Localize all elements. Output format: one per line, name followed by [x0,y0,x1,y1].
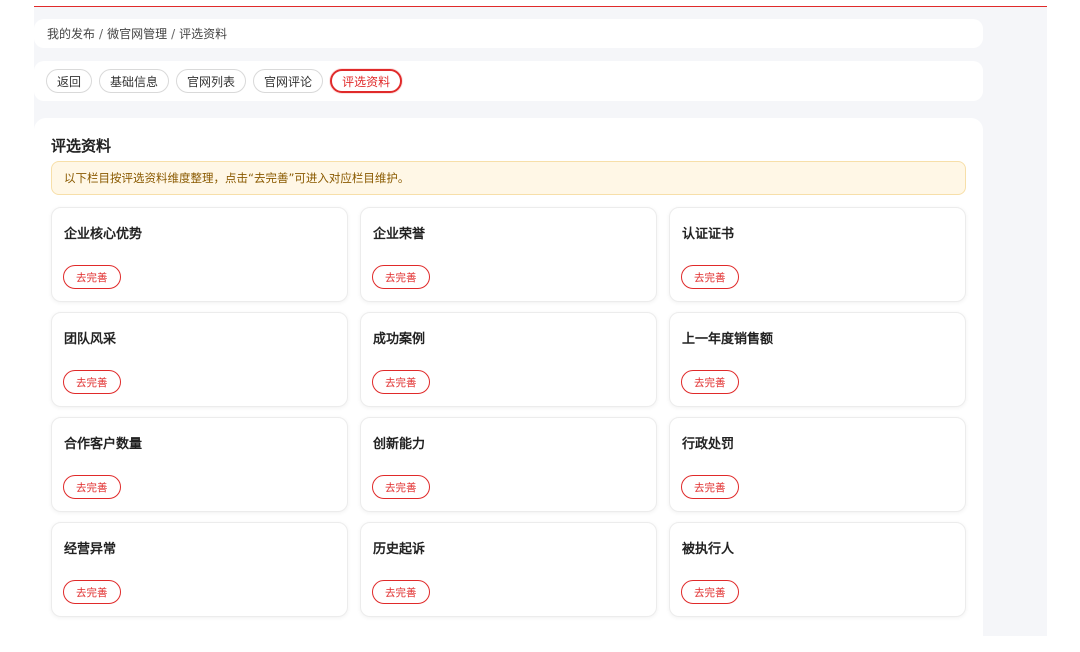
tab-site-comments[interactable]: 官网评论 [253,69,324,93]
complete-button[interactable]: 去完善 [681,265,739,289]
material-card: 经营异常 去完善 [51,522,348,617]
complete-button[interactable]: 去完善 [681,370,739,394]
material-card: 团队风采 去完善 [51,312,348,407]
material-card: 行政处罚 去完善 [669,417,966,512]
material-card: 被执行人 去完善 [669,522,966,617]
breadcrumb-separator: / [171,26,176,41]
material-card-title: 合作客户数量 [64,437,143,452]
material-card-title: 创新能力 [373,437,426,452]
complete-button[interactable]: 去完善 [372,370,430,394]
complete-button[interactable]: 去完善 [372,580,430,604]
material-card: 成功案例 去完善 [360,312,657,407]
complete-button[interactable]: 去完善 [681,475,739,499]
tab-site-list[interactable]: 官网列表 [176,69,247,93]
breadcrumb: 我的发布 / 微官网管理 / 评选资料 [34,19,983,48]
page-title: 评选资料 [51,137,112,155]
complete-button[interactable]: 去完善 [63,475,121,499]
material-card-title: 成功案例 [373,332,426,347]
material-card: 企业荣誉 去完善 [360,207,657,302]
breadcrumb-item-site-manage[interactable]: 微官网管理 [107,25,167,42]
tab-basic-info[interactable]: 基础信息 [99,69,170,93]
back-button[interactable]: 返回 [46,69,93,93]
tab-selection-materials[interactable]: 评选资料 [330,69,403,93]
complete-button[interactable]: 去完善 [372,265,430,289]
breadcrumb-item-my-publish[interactable]: 我的发布 [47,25,95,42]
material-card-title: 认证证书 [682,227,735,242]
material-card-title: 团队风采 [64,332,117,347]
complete-button[interactable]: 去完善 [63,370,121,394]
breadcrumb-item-current: 评选资料 [179,27,228,41]
material-card: 上一年度销售额去完善 [669,312,966,407]
material-card: 认证证书 去完善 [669,207,966,302]
material-card: 历史起诉 去完善 [360,522,657,617]
material-card: 合作客户数量 去完善 [51,417,348,512]
material-card-title: 行政处罚 [682,437,735,452]
selection-materials-panel: 评选资料 以下栏目按评选资料维度整理，点击“去完善”可进入对应栏目维护。 企业核… [34,118,983,638]
info-notice: 以下栏目按评选资料维度整理，点击“去完善”可进入对应栏目维护。 [51,161,966,195]
material-card: 企业核心优势 去完善 [51,207,348,302]
material-card-title: 上一年度销售额 [682,332,774,347]
material-card-title: 经营异常 [64,542,117,557]
material-card: 创新能力 去完善 [360,417,657,512]
complete-button[interactable]: 去完善 [63,265,121,289]
material-card-title: 企业荣誉 [373,227,426,242]
complete-button[interactable]: 去完善 [372,475,430,499]
materials-grid: 企业核心优势 去完善 企业荣誉 去完善 认证证书 去完善 团队风采 去完善 成功案例 去完善 上一年… [51,207,966,617]
material-card-title: 历史起诉 [373,542,426,557]
complete-button[interactable]: 去完善 [681,580,739,604]
complete-button[interactable]: 去完善 [63,580,121,604]
breadcrumb-separator: / [99,26,104,41]
tab-bar: 返回 基础信息 官网列表 官网评论 评选资料 [34,61,983,101]
material-card-title: 企业核心优势 [64,227,143,242]
material-card-title: 被执行人 [682,542,735,557]
